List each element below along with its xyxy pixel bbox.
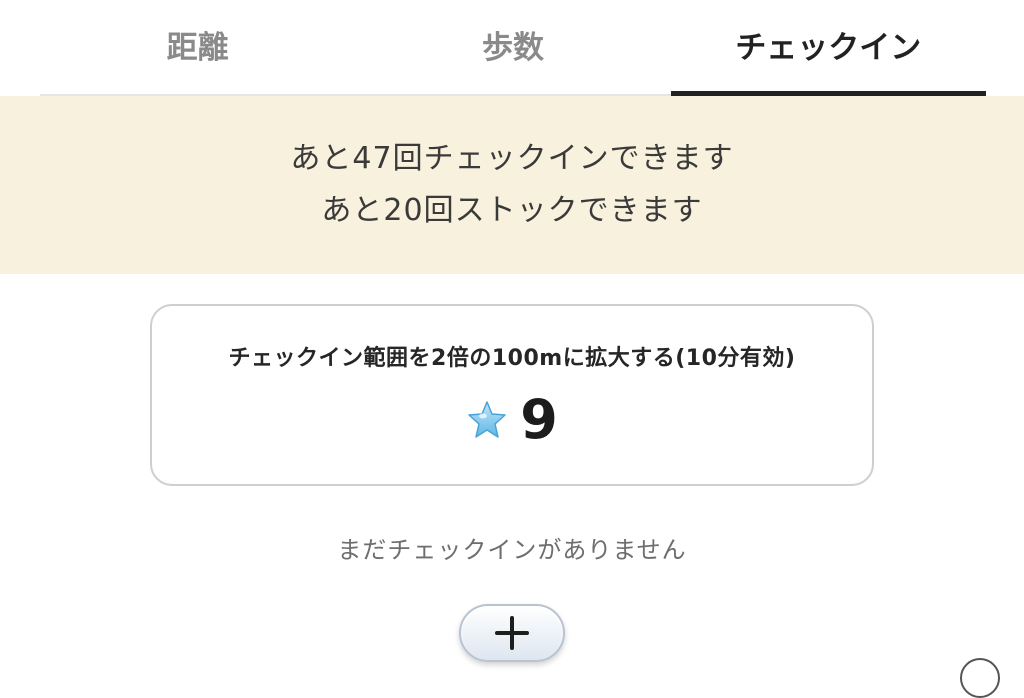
remaining-stock-text: あと20回ストックできます [321, 193, 703, 228]
tab-distance[interactable]: 距離 [40, 0, 355, 94]
plus-icon [495, 616, 529, 650]
star-icon [468, 401, 506, 438]
add-button[interactable] [459, 604, 565, 662]
corner-button[interactable] [960, 658, 1000, 698]
cost-value: 9 [520, 388, 558, 451]
range-boost-title: チェックイン範囲を2倍の100mに拡大する(10分有効) [228, 346, 796, 371]
empty-checkin-message: まだチェックインがありません [337, 536, 687, 564]
range-boost-card[interactable]: チェックイン範囲を2倍の100mに拡大する(10分有効) 9 [150, 304, 874, 486]
checkin-info-banner: あと47回チェックインできます あと20回ストックできます [0, 96, 1024, 274]
tab-bar: 距離 歩数 チェックイン [40, 0, 987, 96]
remaining-checkins-text: あと47回チェックインできます [290, 141, 734, 176]
boost-cost: 9 [466, 390, 558, 450]
tab-steps[interactable]: 歩数 [355, 0, 670, 94]
tab-checkin[interactable]: チェックイン [670, 0, 987, 96]
